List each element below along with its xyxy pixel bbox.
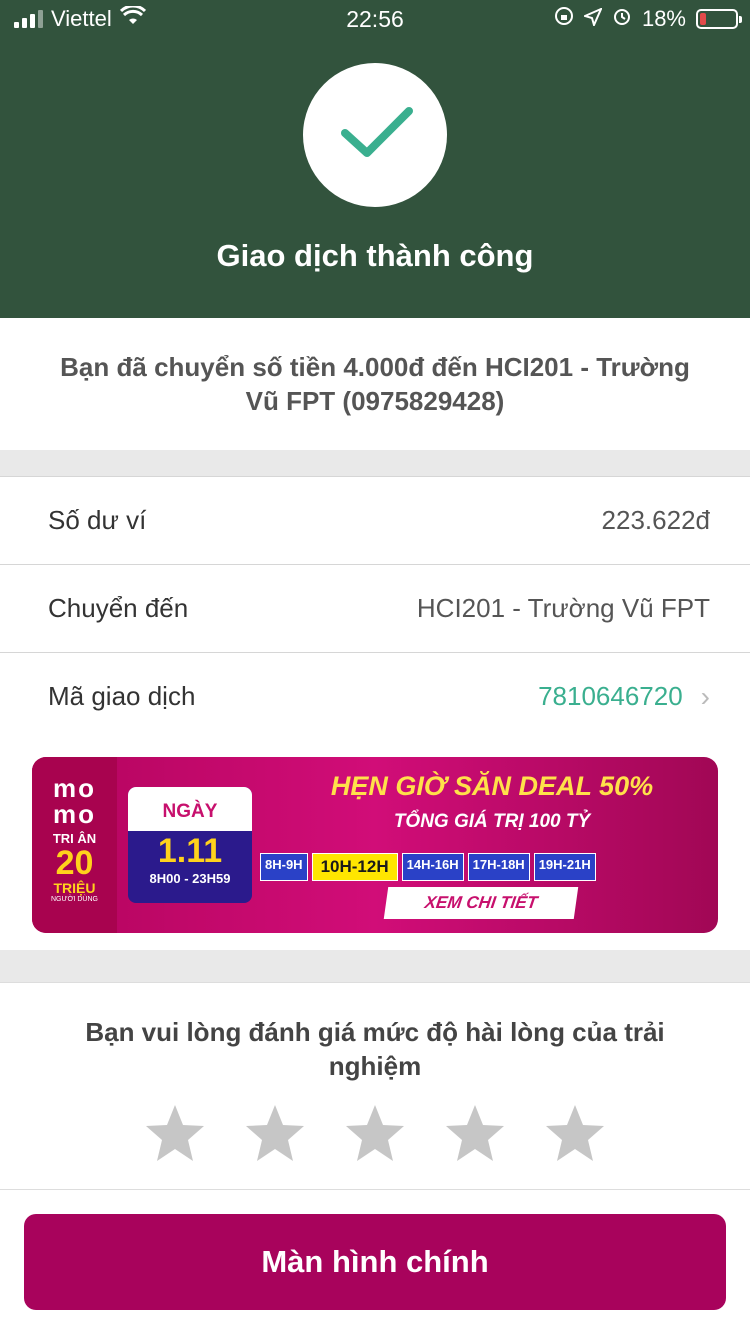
success-check-icon [303, 63, 447, 207]
rating-section: Bạn vui lòng đánh giá mức độ hài lòng củ… [0, 982, 750, 1190]
trieu-text: TRIỆU [53, 880, 96, 896]
nguoi-dung-text: NGƯỜI DÙNG [51, 896, 98, 903]
promo-banner[interactable]: mo mo TRI ÂN 20 TRIỆU NGƯỜI DÙNG NGÀY 1.… [32, 757, 718, 933]
battery-percent: 18% [641, 6, 686, 31]
chevron-right-icon: › [700, 680, 710, 712]
calendar-label: NGÀY [128, 787, 252, 831]
transaction-id-link[interactable]: 7810646720 › [538, 681, 710, 713]
rotation-lock-icon [554, 6, 574, 32]
calendar-date: 1.11 [157, 832, 223, 870]
star-icon-1[interactable] [144, 1103, 206, 1163]
star-icon-5[interactable] [544, 1103, 606, 1163]
balance-label: Số dư ví [48, 505, 147, 535]
transfer-message: Bạn đã chuyển số tiền 4.000đ đến HCI201 … [0, 318, 750, 450]
detail-row-balance: Số dư ví 223.622đ [0, 477, 750, 565]
time-slot: 14H-16H [401, 853, 464, 881]
recipient-value: HCI201 - Trường Vũ FPT [416, 593, 710, 623]
time-slot: 8H-9H [260, 853, 308, 881]
home-screen-button[interactable]: Màn hình chính [24, 1214, 726, 1310]
battery-icon [696, 9, 742, 29]
success-header: Viettel 22:56 18% Giao dịch thành công [0, 0, 750, 318]
location-icon [582, 6, 603, 32]
recipient-label: Chuyển đến [48, 593, 189, 623]
twenty-text: 20 [55, 844, 94, 882]
balance-value: 223.622đ [601, 505, 710, 535]
momo-logo-top: mo [53, 773, 96, 803]
status-bar: Viettel 22:56 18% [0, 0, 750, 40]
star-icon-4[interactable] [444, 1103, 506, 1163]
star-icon-2[interactable] [244, 1103, 306, 1163]
alarm-icon [612, 6, 632, 32]
calendar-icon: NGÀY 1.11 8H00 - 23H59 [128, 787, 252, 903]
detail-row-recipient: Chuyển đến HCI201 - Trường Vũ FPT [0, 565, 750, 653]
footer: Màn hình chính [0, 1190, 750, 1334]
promo-section: mo mo TRI ÂN 20 TRIỆU NGƯỜI DÙNG NGÀY 1.… [0, 740, 750, 950]
detail-row-transaction-id[interactable]: Mã giao dịch 7810646720 › [0, 653, 750, 741]
star-icon-3[interactable] [344, 1103, 406, 1163]
time-slot-active: 10H-12H [311, 853, 398, 881]
time-slot: 17H-18H [467, 853, 530, 881]
promo-detail-button[interactable]: XEM CHI TIẾT [383, 887, 579, 919]
momo-logo-bottom: mo [53, 799, 96, 829]
momo-badge: mo mo TRI ÂN 20 TRIỆU NGƯỜI DÙNG [32, 757, 117, 933]
transaction-id-value: 7810646720 [538, 681, 683, 711]
transaction-id-label: Mã giao dịch [48, 681, 196, 711]
rating-prompt: Bạn vui lòng đánh giá mức độ hài lòng củ… [85, 1017, 665, 1081]
status-right: 18% [554, 6, 742, 32]
transaction-details: Số dư ví 223.622đ Chuyển đến HCI201 - Tr… [0, 476, 750, 741]
time-slots: 8H-9H 10H-12H 14H-16H 17H-18H 19H-21H [260, 853, 710, 881]
page-title: Giao dịch thành công [216, 238, 534, 273]
calendar-time: 8H00 - 23H59 [149, 871, 231, 886]
promo-headline: HẸN GIỜ SĂN DEAL 50% [330, 771, 654, 801]
promo-subline: TỔNG GIÁ TRỊ 100 TỶ [393, 811, 591, 832]
time-slot: 19H-21H [533, 853, 596, 881]
star-rating [0, 1103, 750, 1163]
